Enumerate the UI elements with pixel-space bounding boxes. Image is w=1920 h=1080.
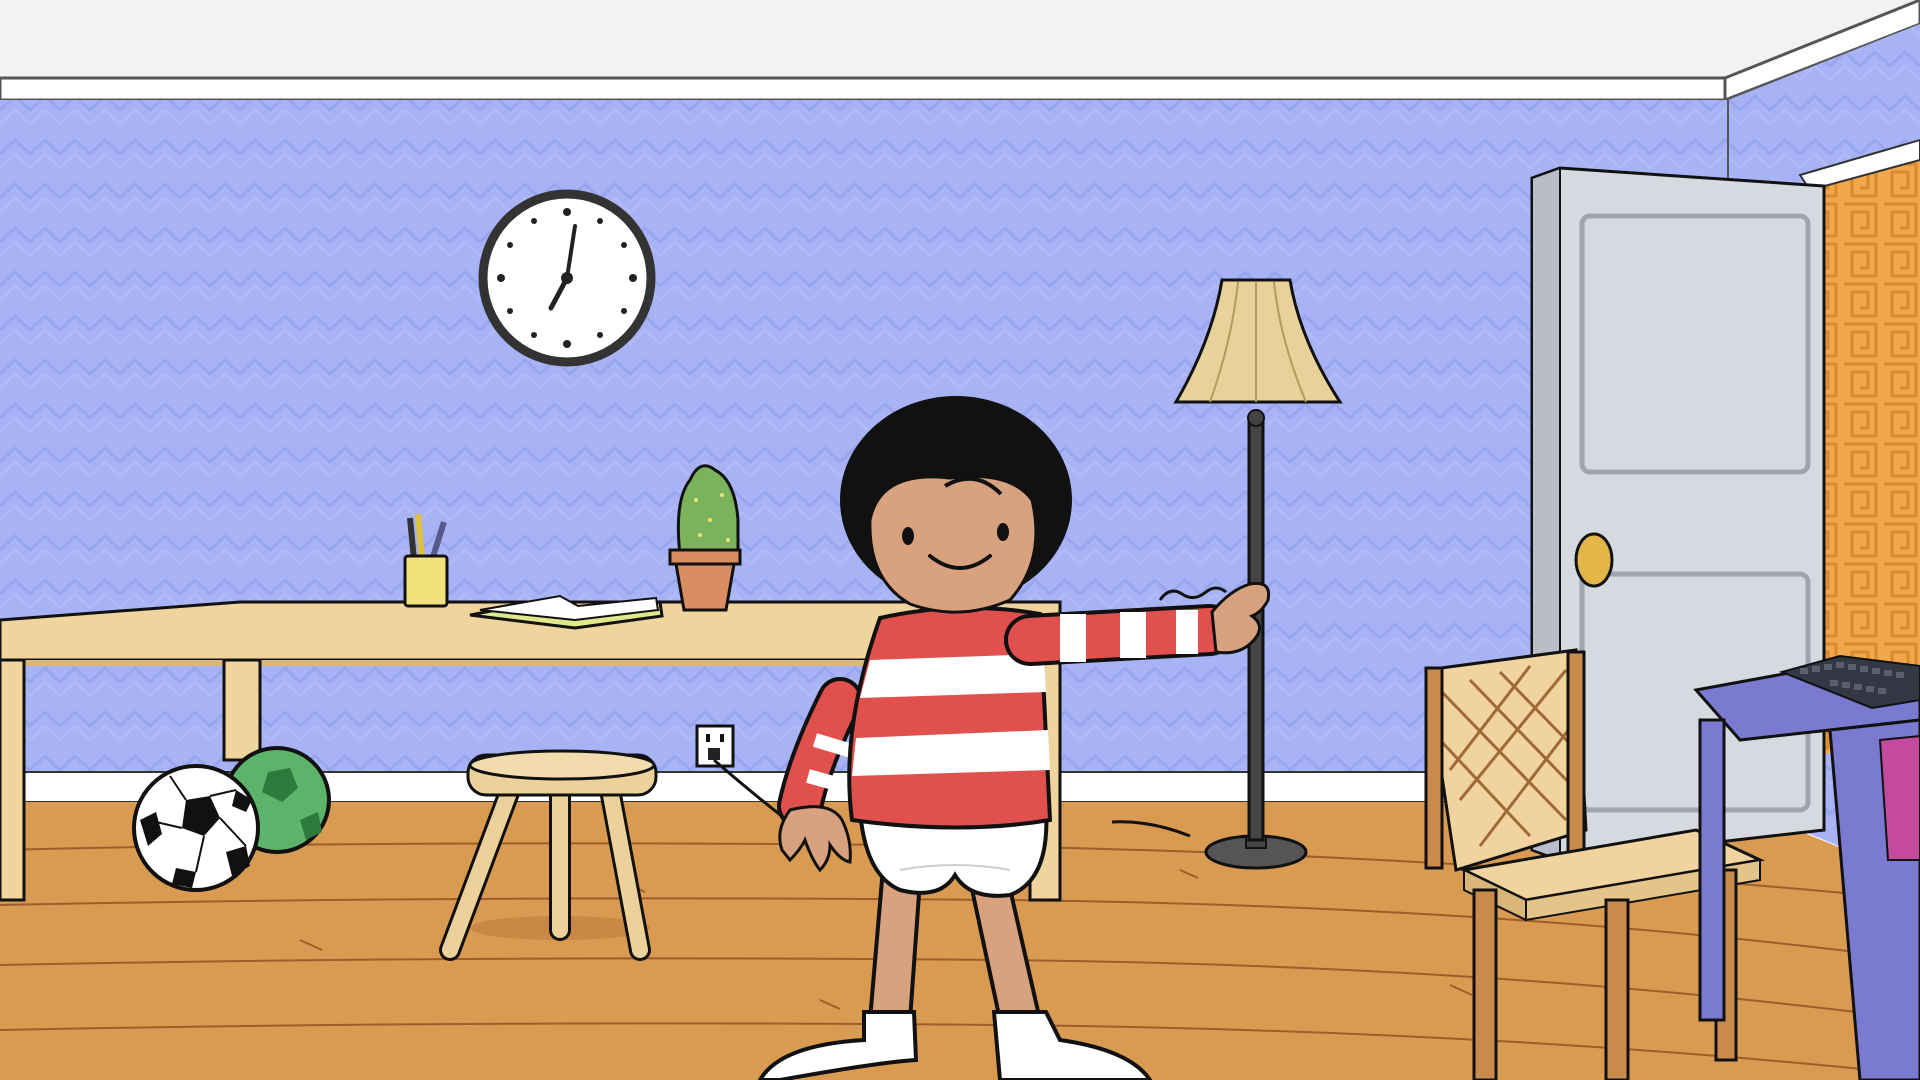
soccer-ball — [132, 764, 260, 892]
kid-face — [868, 474, 1038, 614]
door-knob — [1574, 532, 1614, 588]
left-eye — [902, 527, 914, 545]
crown-molding — [0, 76, 1727, 102]
bedroom-scene — [0, 0, 1920, 1080]
ceiling — [0, 0, 1920, 82]
wall-clock — [478, 189, 656, 367]
right-eye — [997, 523, 1009, 541]
